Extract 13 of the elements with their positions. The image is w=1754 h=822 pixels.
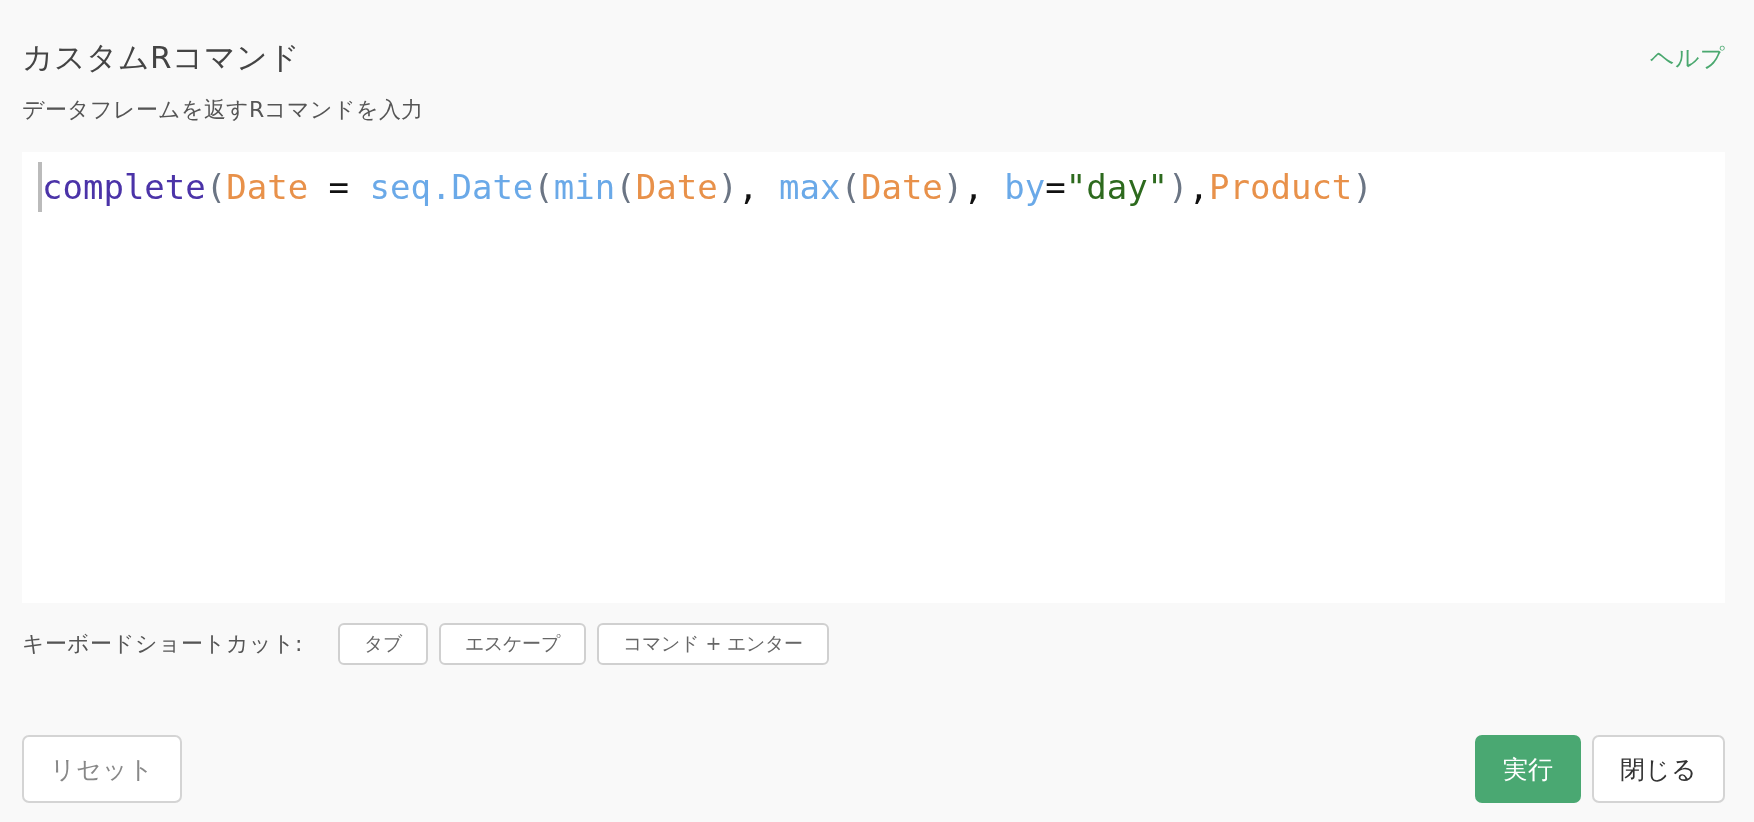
dialog-title: カスタムRコマンド — [22, 38, 300, 77]
close-button[interactable]: 閉じる — [1592, 735, 1725, 803]
text-cursor — [38, 162, 42, 212]
shortcut-key: コマンド + エンター — [597, 623, 830, 665]
code-editor[interactable]: complete(Date = seq.Date(min(Date), max(Date), by="day"),Product) — [22, 152, 1725, 603]
code-line: complete(Date = seq.Date(min(Date), max(Date), by="day"),Product) — [42, 166, 1373, 209]
shortcut-key: エスケープ — [439, 623, 587, 665]
help-link[interactable]: ヘルプ — [1650, 42, 1725, 74]
reset-button[interactable]: リセット — [22, 735, 182, 803]
shortcut-key: タブ — [338, 623, 429, 665]
shortcut-label: キーボードショートカット: — [22, 630, 303, 658]
run-button[interactable]: 実行 — [1475, 735, 1581, 803]
dialog-subtitle: データフレームを返すRコマンドを入力 — [22, 96, 424, 124]
